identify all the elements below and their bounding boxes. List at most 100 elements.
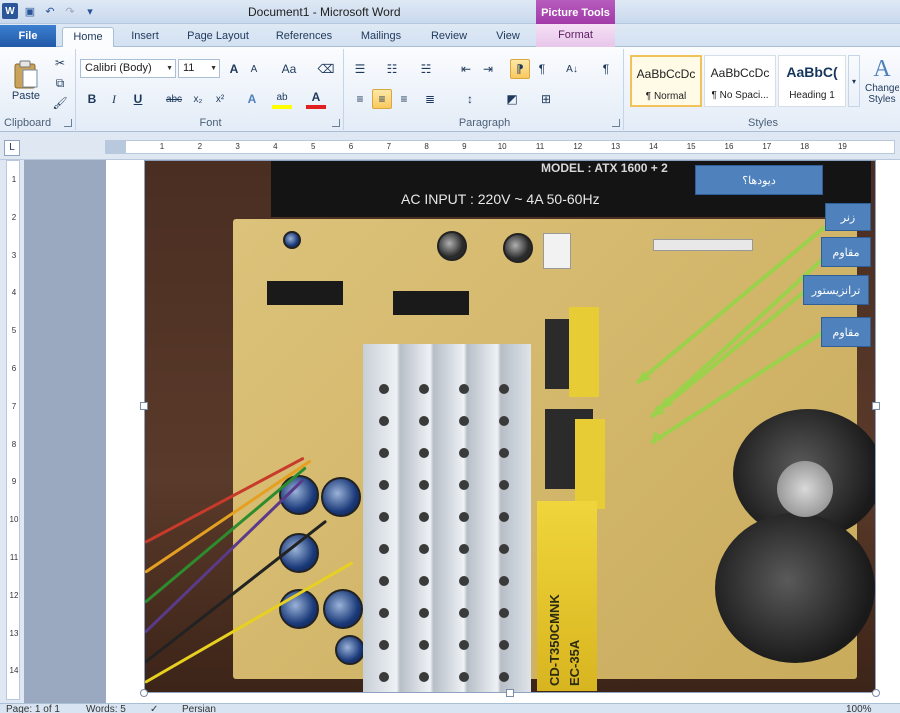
document-area: MODEL : ATX 1600 + 2 AC INPUT : 220V ~ 4… [24,160,900,703]
callout-zener[interactable]: زنر [825,203,871,231]
align-right-icon[interactable]: ≡ [394,89,414,109]
ruler-number: 15 [686,142,696,151]
underline-button[interactable]: U [128,89,148,109]
paste-button[interactable]: Paste [6,53,46,109]
save-icon[interactable]: ▣ [22,3,38,19]
paragraph-launcher-icon[interactable] [612,119,620,127]
cut-icon[interactable]: ✂ [50,53,70,73]
style-name: ¶ No Spaci... [711,90,769,101]
ruler-number: 13 [611,142,621,151]
style-heading-1[interactable]: AaBbC( Heading 1 [778,55,846,107]
highlight-button[interactable]: ab [272,89,292,109]
ruler-number: 6 [348,142,354,151]
strikethrough-button[interactable]: abc [162,89,186,109]
clipboard-launcher-icon[interactable] [64,119,72,127]
pcb-picture[interactable]: MODEL : ATX 1600 + 2 AC INPUT : 220V ~ 4… [144,160,876,693]
tab-view[interactable]: View [486,27,530,47]
decrease-indent-icon[interactable]: ⇤ [456,59,476,79]
ruler-number: 17 [762,142,772,151]
callout-resistor[interactable]: مقاوم [821,237,871,267]
left-to-right-icon[interactable]: ⁋ [510,59,530,79]
increase-indent-icon[interactable]: ⇥ [478,59,498,79]
right-to-left-icon[interactable]: ¶ [532,59,552,79]
callout-transistor[interactable]: ترانزيستور [803,275,869,305]
tab-insert[interactable]: Insert [122,27,168,47]
grow-font-button[interactable]: A [224,59,244,79]
font-size-combo[interactable]: 11 ▼ [178,59,220,78]
multilevel-list-icon[interactable]: ☵ [416,59,436,79]
ruler-number: 16 [724,142,734,151]
font-color-button[interactable]: A [306,89,326,109]
page-count[interactable]: Page: 1 of 1 [6,704,60,713]
tab-references[interactable]: References [268,27,340,47]
callout-resistor[interactable]: مقاوم [821,317,871,347]
undo-icon[interactable]: ↶ [42,3,58,19]
numbering-icon[interactable]: ☷ [382,59,402,79]
callout-diodes[interactable]: ديودها؟ [695,165,823,195]
tab-mailings[interactable]: Mailings [352,27,410,47]
bullets-icon[interactable]: ☰ [350,59,370,79]
font-name-combo[interactable]: Calibri (Body) ▼ [80,59,176,78]
clear-formatting-icon[interactable]: ⌫ [316,59,336,79]
justify-icon[interactable]: ≣ [420,89,440,109]
ruler-number: 5 [310,142,316,151]
word-count[interactable]: Words: 5 [86,704,126,713]
tab-file[interactable]: File [0,25,56,47]
resize-handle[interactable] [506,689,514,697]
zoom-level[interactable]: 100% [846,704,872,713]
redo-icon[interactable]: ↷ [62,3,78,19]
ruler-number: 9 [462,142,467,151]
sort-button[interactable]: A↓ [562,59,582,79]
resize-handle[interactable] [140,689,148,697]
styles-more-icon[interactable]: ▾ [848,55,860,107]
tab-review[interactable]: Review [422,27,476,47]
ruler-number: 10 [9,515,19,525]
customize-icon[interactable]: ▾ [82,3,98,19]
style-no-spacing[interactable]: AaBbCcDc ¶ No Spaci... [704,55,776,107]
ruler-number: 2 [11,212,17,222]
ruler-number: 11 [535,142,545,151]
subscript-button[interactable]: x₂ [188,89,208,109]
proofing-icon[interactable]: ✓ [150,704,158,713]
ruler-number: 1 [11,175,17,184]
superscript-button[interactable]: x² [210,89,230,109]
shading-icon[interactable]: ◩ [502,89,522,109]
change-styles-button[interactable]: A Change Styles [864,51,900,109]
shrink-font-button[interactable]: A [244,59,264,79]
format-painter-icon[interactable]: 🖌 [50,93,70,113]
tab-format[interactable]: Format [536,24,615,47]
resize-handle[interactable] [872,689,880,697]
borders-icon[interactable]: ⊞ [536,89,556,109]
align-center-icon[interactable]: ≡ [372,89,392,109]
picture-tools-header: Picture Tools [536,0,615,24]
resize-handle[interactable] [140,402,148,410]
document-page[interactable]: MODEL : ATX 1600 + 2 AC INPUT : 220V ~ 4… [106,160,900,703]
text-effects-button[interactable]: A [242,89,262,109]
tab-home[interactable]: Home [62,27,114,47]
font-launcher-icon[interactable] [332,119,340,127]
styles-group: AaBbCcDc ¶ Normal AaBbCcDc ¶ No Spaci...… [626,49,900,130]
style-sample: AaBbC( [786,64,838,80]
word-logo-icon[interactable]: W [2,3,18,19]
vertical-ruler[interactable]: 123456789101112131415 [6,160,20,713]
show-hide-button[interactable]: ¶ [596,59,616,79]
change-case-button[interactable]: Aa [276,59,302,79]
callout-arrows [635,225,827,445]
ruler-number: 2 [197,142,203,151]
paragraph-group: ☰ ☷ ☵ ⇤ ⇥ ⁋ ¶ A↓ ¶ ≡ ≡ ≡ ≣ ↕ ◩ ⊞ Paragra… [346,49,624,130]
horizontal-ruler[interactable]: 1 2 3 4 5 6 7 8 9 10 11 12 13 14 15 16 17 18 19 [105,140,895,154]
bold-button[interactable]: B [82,89,102,109]
ruler-number: 13 [9,628,19,638]
ruler-number: 3 [235,142,240,151]
language-indicator[interactable]: Persian [182,704,216,713]
copy-icon[interactable]: ⧉ [50,73,70,93]
resize-handle[interactable] [872,402,880,410]
line-spacing-icon[interactable]: ↕ [460,89,480,109]
tab-page-layout[interactable]: Page Layout [180,27,256,47]
align-left-icon[interactable]: ≡ [350,89,370,109]
change-styles-label: Change Styles [865,82,899,105]
tab-selector[interactable]: L [4,140,20,156]
italic-button[interactable]: I [104,89,124,109]
style-normal[interactable]: AaBbCcDc ¶ Normal [630,55,702,107]
ruler-number: 7 [11,401,17,411]
